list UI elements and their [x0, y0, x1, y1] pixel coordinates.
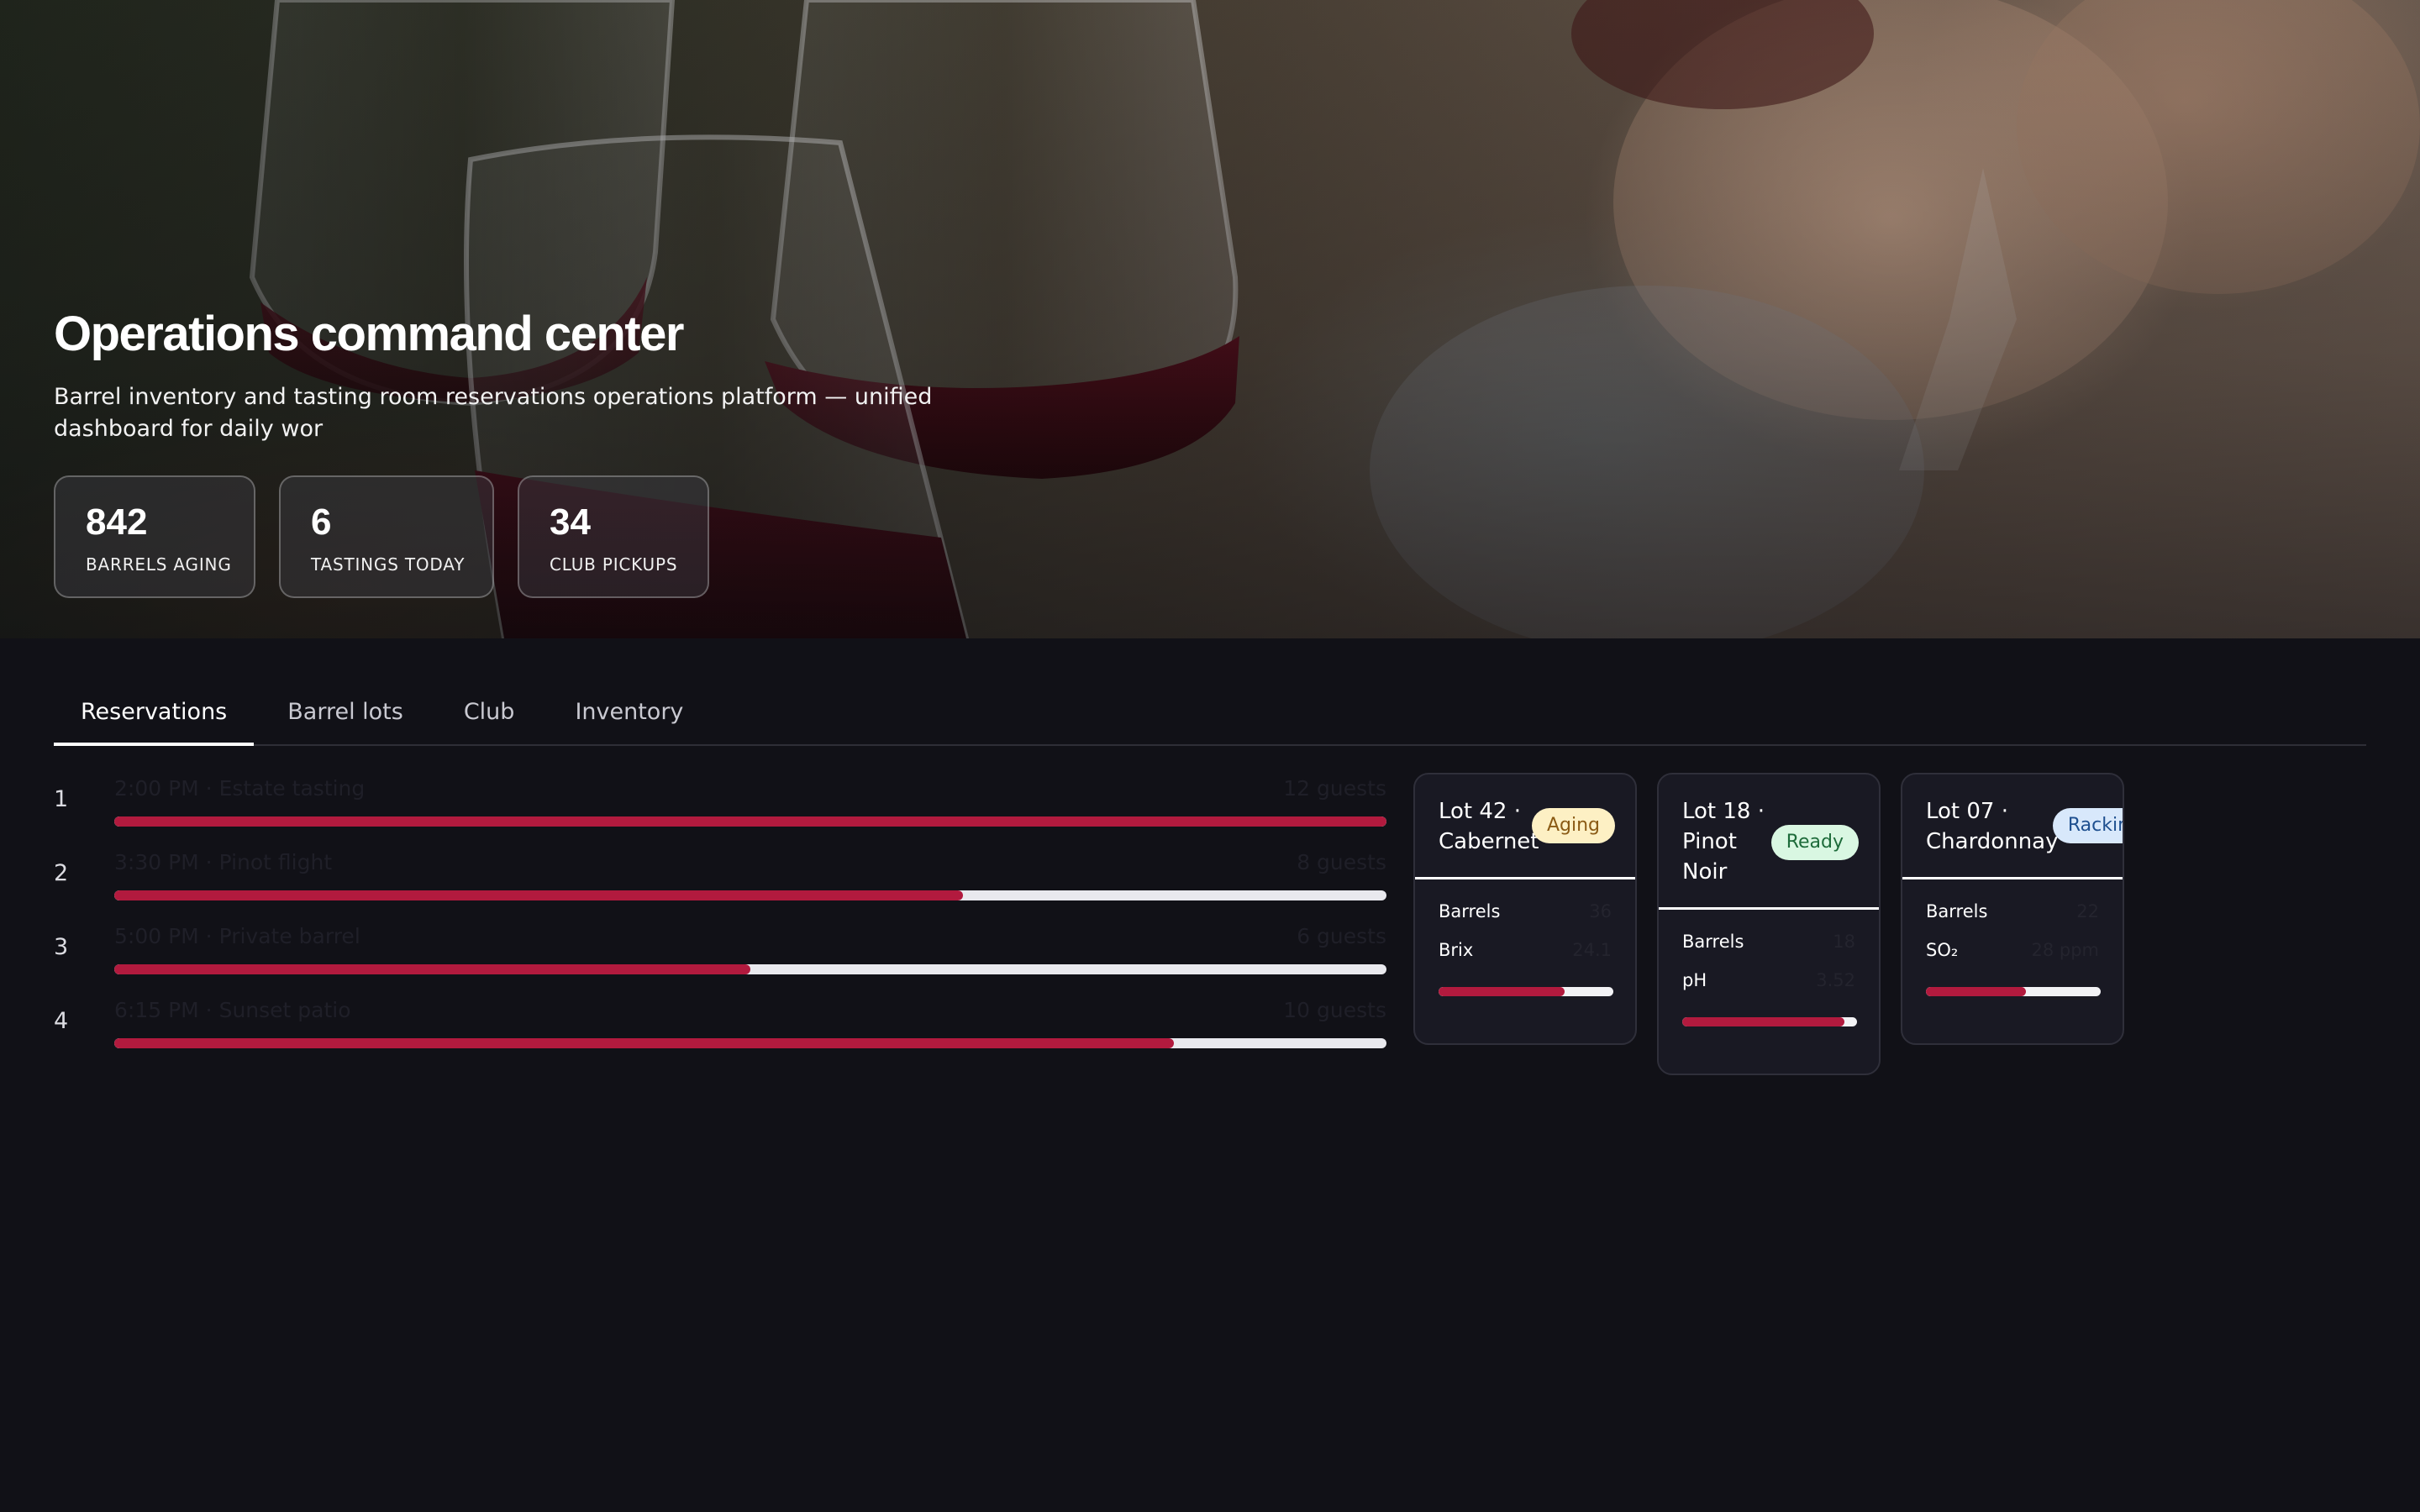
progress-bar — [1439, 987, 1613, 996]
list-item[interactable]: 4 6:15 PM · Sunset patio 10 guests — [54, 993, 1386, 1067]
metric-value: 18 — [1833, 932, 1855, 952]
page-title: Operations command center — [54, 307, 684, 361]
lot-card-cabernet[interactable]: Lot 42 · Cabernet Aging Barrels 36 Brix … — [1413, 773, 1637, 1045]
guest-count: 10 guests — [1283, 998, 1386, 1022]
list-item[interactable]: 2 3:30 PM · Pinot flight 8 guests — [54, 845, 1386, 919]
metric-value: 24.1 — [1572, 940, 1612, 960]
reservation-title: 6:15 PM · Sunset patio — [114, 998, 351, 1022]
metric-label: SO₂ — [1926, 940, 1959, 960]
guest-count: 6 guests — [1297, 924, 1386, 948]
progress-bar — [114, 1038, 1386, 1048]
metric-label: Barrels — [1682, 932, 1744, 952]
metric-row: SO₂ 28 ppm — [1926, 940, 2099, 979]
metric-label: Barrels — [1439, 901, 1501, 921]
tab-bar: Reservations Barrel lots Club Inventory — [54, 687, 2366, 746]
tab-inventory[interactable]: Inventory — [548, 687, 710, 746]
hero-banner: Operations command center Barrel invento… — [0, 0, 2420, 638]
progress-fill — [1682, 1017, 1845, 1026]
reservation-list: 1 2:00 PM · Estate tasting 12 guests 2 3… — [54, 771, 1386, 1067]
guest-count: 12 guests — [1283, 776, 1386, 801]
metric-row: Barrels 18 — [1682, 932, 1855, 970]
tab-reservations[interactable]: Reservations — [54, 687, 255, 746]
stat-label: Tastings today — [311, 554, 466, 575]
progress-fill — [114, 964, 750, 974]
progress-bar — [1926, 987, 2101, 996]
progress-fill — [114, 890, 963, 900]
status-badge: Aging — [1531, 808, 1615, 843]
progress-fill — [1926, 987, 2026, 996]
progress-bar — [114, 816, 1386, 827]
stat-value: 842 — [86, 501, 148, 543]
lot-card-header: Lot 07 · Chardonnay Racking — [1902, 774, 2123, 879]
progress-bar — [114, 890, 1386, 900]
metric-row: Barrels 22 — [1926, 901, 2099, 940]
lot-card-pinot-noir[interactable]: Lot 18 · Pinot Noir Ready Barrels 18 pH … — [1657, 773, 1881, 1075]
list-item[interactable]: 1 2:00 PM · Estate tasting 12 guests — [54, 771, 1386, 845]
reservation-title: 3:30 PM · Pinot flight — [114, 850, 333, 874]
metric-label: pH — [1682, 970, 1707, 990]
lot-card-body: Barrels 36 Brix 24.1 — [1415, 879, 1635, 1043]
stat-label: Club pickups — [550, 554, 678, 575]
metric-value: 3.52 — [1816, 970, 1855, 990]
tab-barrel-lots[interactable]: Barrel lots — [260, 687, 430, 746]
metric-label: Brix — [1439, 940, 1474, 960]
stat-card-barrels-aging: 842 Barrels aging — [54, 475, 255, 598]
reservation-title: 2:00 PM · Estate tasting — [114, 776, 366, 801]
progress-fill — [114, 816, 1386, 827]
metric-value: 36 — [1589, 901, 1612, 921]
stat-card-club-pickups: 34 Club pickups — [518, 475, 709, 598]
guest-count: 8 guests — [1297, 850, 1386, 874]
lot-name: Lot 18 · Pinot Noir — [1682, 799, 1765, 885]
lot-card-body: Barrels 18 pH 3.52 — [1659, 910, 1879, 1074]
metric-value: 22 — [2076, 901, 2099, 921]
status-badge: Ready — [1770, 825, 1859, 860]
progress-bar — [1682, 1017, 1857, 1026]
row-number: 2 — [54, 860, 69, 886]
stat-value: 34 — [550, 501, 591, 543]
metric-row: Brix 24.1 — [1439, 940, 1612, 979]
progress-bar — [114, 964, 1386, 974]
stat-card-tastings-today: 6 Tastings today — [279, 475, 494, 598]
row-number: 4 — [54, 1008, 69, 1034]
row-number: 1 — [54, 786, 69, 812]
stat-label: Barrels aging — [86, 554, 232, 575]
lot-name: Lot 07 · Chardonnay — [1926, 799, 2059, 854]
progress-fill — [1439, 987, 1565, 996]
status-badge: Racking — [2052, 808, 2123, 843]
lot-card-body: Barrels 22 SO₂ 28 ppm — [1902, 879, 2123, 1043]
page-subtitle: Barrel inventory and tasting room reserv… — [54, 384, 933, 442]
row-number: 3 — [54, 934, 69, 960]
lot-card-header: Lot 42 · Cabernet Aging — [1415, 774, 1635, 879]
tab-club[interactable]: Club — [437, 687, 542, 746]
metric-value: 28 ppm — [2031, 940, 2099, 960]
list-item[interactable]: 3 5:00 PM · Private barrel 6 guests — [54, 919, 1386, 993]
lot-card-chardonnay[interactable]: Lot 07 · Chardonnay Racking Barrels 22 S… — [1901, 773, 2124, 1045]
metric-row: Barrels 36 — [1439, 901, 1612, 940]
stats-row: 842 Barrels aging 6 Tastings today 34 Cl… — [54, 475, 709, 598]
stat-value: 6 — [311, 501, 332, 543]
metric-label: Barrels — [1926, 901, 1988, 921]
progress-fill — [114, 1038, 1175, 1048]
lot-card-header: Lot 18 · Pinot Noir Ready — [1659, 774, 1879, 910]
metric-row: pH 3.52 — [1682, 970, 1855, 1009]
reservation-title: 5:00 PM · Private barrel — [114, 924, 360, 948]
